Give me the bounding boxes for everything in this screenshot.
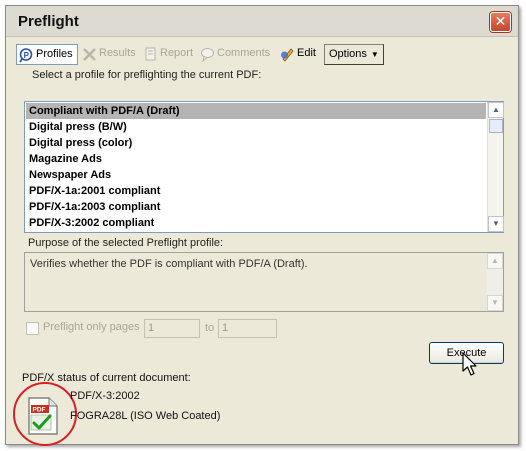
select-profile-instruction: Select a profile for preflighting the cu… — [32, 69, 262, 81]
list-item[interactable]: Newspaper Ads — [26, 167, 486, 183]
purpose-description-box: Verifies whether the PDF is compliant wi… — [24, 252, 504, 312]
purpose-label: Purpose of the selected Preflight profil… — [28, 237, 224, 249]
list-item[interactable]: PDF/X-1a:2001 compliant — [26, 183, 486, 199]
page-from-field[interactable]: 1 — [144, 319, 200, 338]
page-to-label: to — [205, 322, 215, 334]
scroll-down-button[interactable]: ▼ — [488, 216, 504, 232]
list-item[interactable]: PDF/X-3:2002 compliant — [26, 215, 486, 231]
title-bar: Preflight ✕ — [6, 6, 518, 37]
tab-comments[interactable]: Comments — [198, 44, 270, 65]
tab-profiles-label: Profiles — [36, 48, 73, 60]
tab-edit-label: Edit — [297, 47, 316, 59]
list-item[interactable]: PDF/X-1a:2003 compliant — [26, 199, 486, 215]
chevron-down-icon: ▼ — [370, 50, 379, 59]
tab-profiles[interactable]: P Profiles — [16, 44, 78, 65]
preflight-only-pages-label: Preflight only pages — [43, 321, 140, 333]
close-icon: ✕ — [494, 13, 507, 29]
scroll-thumb[interactable] — [489, 119, 503, 133]
preflight-only-pages-checkbox[interactable] — [26, 322, 39, 335]
preflight-window: Preflight ✕ P Profiles Results Report Co… — [5, 5, 519, 446]
desc-scroll-up-button[interactable]: ▲ — [487, 253, 503, 269]
profile-list-scrollbar[interactable]: ▲ ▼ — [487, 102, 504, 232]
report-icon — [145, 47, 156, 61]
pdfx-status-version: PDF/X-3:2002 — [70, 390, 140, 402]
comments-icon — [201, 48, 214, 62]
tab-results-label: Results — [99, 47, 136, 59]
list-item[interactable]: Digital press (color) — [26, 135, 486, 151]
purpose-text: Verifies whether the PDF is compliant wi… — [30, 258, 308, 270]
profiles-icon: P — [19, 48, 33, 63]
description-scrollbar[interactable]: ▲ ▼ — [487, 253, 503, 311]
toolbar: P Profiles Results Report Comments Edit … — [16, 44, 508, 65]
desc-scroll-down-button[interactable]: ▼ — [487, 295, 503, 311]
tab-comments-label: Comments — [217, 47, 271, 59]
tab-edit[interactable]: Edit — [278, 44, 316, 65]
list-item[interactable]: Digital press (B/W) — [26, 119, 486, 135]
scroll-up-button[interactable]: ▲ — [488, 102, 504, 118]
edit-icon — [281, 48, 294, 62]
results-icon — [83, 48, 96, 61]
list-item[interactable]: Magazine Ads — [26, 151, 486, 167]
window-title: Preflight — [18, 13, 79, 30]
svg-text:P: P — [24, 51, 30, 60]
page-to-field[interactable]: 1 — [218, 319, 277, 338]
mouse-cursor-icon — [462, 352, 477, 376]
highlight-circle — [13, 382, 77, 446]
list-item[interactable]: Compliant with PDF/A (Draft) — [26, 103, 486, 119]
pdfx-status-output-intent: FOGRA28L (ISO Web Coated) — [70, 410, 221, 422]
tab-results[interactable]: Results — [80, 44, 136, 65]
profile-list[interactable]: Compliant with PDF/A (Draft) Digital pre… — [24, 101, 504, 233]
options-dropdown[interactable]: Options ▼ — [324, 44, 384, 65]
tab-report[interactable]: Report — [141, 44, 193, 65]
tab-report-label: Report — [160, 47, 194, 59]
options-label: Options — [329, 48, 367, 60]
close-button[interactable]: ✕ — [490, 12, 511, 32]
